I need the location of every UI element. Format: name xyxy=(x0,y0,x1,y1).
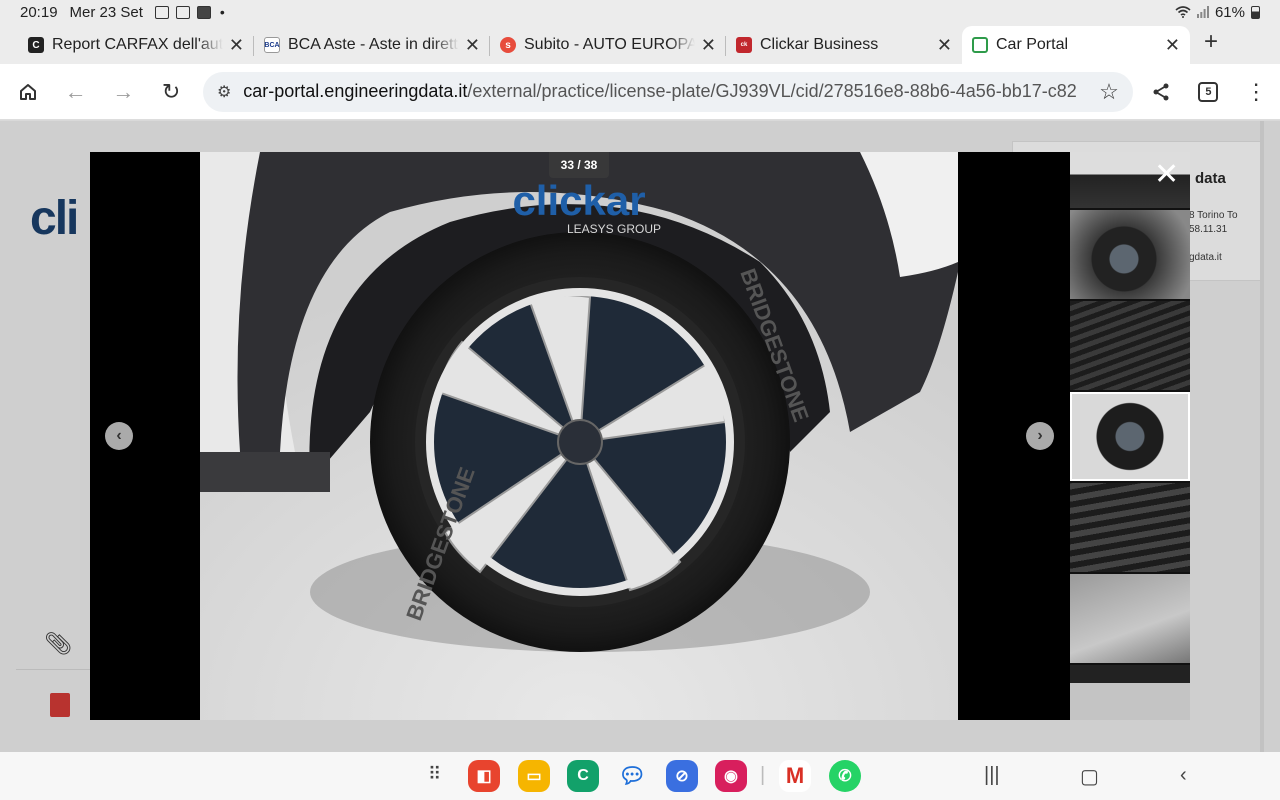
app-icon-files[interactable]: ▭ xyxy=(518,760,550,792)
wheel-photo-image: BRIDGESTONE BRIDGESTONE clickar LEASYS G… xyxy=(200,152,958,720)
thumbnail[interactable] xyxy=(1070,574,1190,663)
card-line: 58.11.31 xyxy=(1189,224,1228,235)
app-icon-browser[interactable]: ⊘ xyxy=(666,760,698,792)
tab-title: Subito - AUTO EUROPA S xyxy=(524,36,695,53)
close-tab-icon[interactable]: ✕ xyxy=(937,35,952,56)
bookmark-star-icon[interactable]: ☆ xyxy=(1099,79,1119,105)
card-line: gdata.it xyxy=(1189,252,1222,263)
battery-percent: 61% xyxy=(1214,3,1245,21)
home-icon xyxy=(19,83,36,100)
browser-toolbar: ← → ↻ ⚙ car-portal.engineeringdata.it/ex… xyxy=(0,64,1280,120)
app-icon-red-note[interactable]: ◧ xyxy=(468,760,500,792)
calendar-date-notification-icon xyxy=(196,5,211,19)
status-time: 20:19 xyxy=(20,3,58,21)
app-icon-camera[interactable]: ◉ xyxy=(715,760,747,792)
status-date: Mer 23 Set xyxy=(69,3,143,21)
forward-button[interactable]: → xyxy=(99,68,147,116)
thumbnail[interactable] xyxy=(1070,210,1190,299)
share-icon xyxy=(1153,83,1169,100)
reload-button[interactable]: ↻ xyxy=(147,68,195,116)
home-button[interactable] xyxy=(4,68,52,116)
wifi-icon xyxy=(1175,6,1191,18)
watermark-subtitle-text: LEASYS GROUP xyxy=(567,222,661,236)
system-navigation-bar: ⠿ ◧ ▭ C 💬︎ ⊘ ◉ | M ✆ ||| ▢ ‹ xyxy=(0,752,1280,800)
card-line: 8 Torino To xyxy=(1189,210,1238,221)
app-drawer-icon[interactable]: ⠿ xyxy=(428,764,441,785)
thumbnail[interactable] xyxy=(1070,301,1190,390)
share-button[interactable] xyxy=(1137,68,1185,116)
site-settings-icon[interactable]: ⚙ xyxy=(217,82,231,102)
url-text: car-portal.engineeringdata.it/external/p… xyxy=(243,81,1077,101)
card-title: data xyxy=(1195,170,1226,187)
back-nav-button[interactable]: ‹ xyxy=(1180,764,1187,787)
close-tab-icon[interactable]: ✕ xyxy=(1165,35,1180,56)
page-scrollbar[interactable] xyxy=(1260,121,1264,752)
tab-title: BCA Aste - Aste in diretta xyxy=(288,36,459,53)
clickar-favicon-icon: ck xyxy=(736,37,752,53)
thumbnail[interactable] xyxy=(1070,483,1190,572)
paperclip-icon: 📎︎ xyxy=(44,631,72,656)
address-bar[interactable]: ⚙ car-portal.engineeringdata.it/external… xyxy=(202,71,1133,112)
menu-button[interactable]: ⋮ xyxy=(1232,68,1280,116)
image-lightbox: BRIDGESTONE BRIDGESTONE clickar LEASYS G… xyxy=(90,152,1190,720)
thumbnail[interactable] xyxy=(1070,665,1190,720)
tab-title: Clickar Business xyxy=(760,36,879,53)
chevron-left-icon: ‹ xyxy=(116,427,122,444)
tab-title: Report CARFAX dell'auto xyxy=(52,36,223,53)
background-logo: cli xyxy=(30,192,79,245)
calendar-notification-icon xyxy=(175,5,190,19)
arrow-right-icon: → xyxy=(112,78,135,104)
close-tab-icon[interactable]: ✕ xyxy=(465,35,480,56)
reload-icon: ↻ xyxy=(161,78,181,104)
new-tab-button[interactable]: + xyxy=(1204,28,1218,56)
recent-apps-button[interactable]: ||| xyxy=(984,764,1000,787)
next-image-button[interactable]: › xyxy=(1026,422,1054,450)
thumbnail-strip xyxy=(1070,152,1190,720)
tab-carfax[interactable]: C Report CARFAX dell'auto ✕ xyxy=(18,26,254,64)
app-icon-messages[interactable]: 💬︎ xyxy=(616,760,648,792)
tab-bca[interactable]: BCA BCA Aste - Aste in diretta ✕ xyxy=(254,26,490,64)
app-icon-green-c[interactable]: C xyxy=(567,760,599,792)
image-counter: 33 / 38 xyxy=(549,152,609,178)
chevron-right-icon: › xyxy=(1037,427,1043,444)
thumbnail-current[interactable] xyxy=(1070,392,1190,481)
close-lightbox-button[interactable]: ✕ xyxy=(1154,160,1179,190)
battery-icon xyxy=(1251,5,1260,19)
status-bar: 20:19 Mer 23 Set • 61% xyxy=(0,0,1280,24)
app-icon-whatsapp[interactable]: ✆ xyxy=(829,760,861,792)
carfax-favicon-icon: C xyxy=(28,37,44,53)
more-notifications-dot-icon: • xyxy=(219,4,225,20)
previous-image-button[interactable]: ‹ xyxy=(105,422,133,450)
signal-icon xyxy=(1196,6,1209,18)
close-icon: ✕ xyxy=(1154,158,1180,191)
pdf-file-icon xyxy=(50,693,70,717)
bca-favicon-icon: BCA xyxy=(264,37,280,53)
tab-car-portal[interactable]: Car Portal ✕ xyxy=(962,26,1190,64)
tab-count: 5 xyxy=(1198,81,1219,102)
app-icon-gmail[interactable]: M xyxy=(779,760,811,792)
tab-subito[interactable]: s Subito - AUTO EUROPA S ✕ xyxy=(490,26,726,64)
gallery-notification-icon xyxy=(154,5,169,19)
tab-strip: C Report CARFAX dell'auto ✕ BCA BCA Aste… xyxy=(0,24,1280,64)
tab-clickar[interactable]: ck Clickar Business ✕ xyxy=(726,26,962,64)
close-tab-icon[interactable]: ✕ xyxy=(229,35,244,56)
tab-switcher-button[interactable]: 5 xyxy=(1185,68,1233,116)
tab-title: Car Portal xyxy=(996,36,1069,53)
watermark-logo-text: clickar xyxy=(512,177,645,224)
arrow-left-icon: ← xyxy=(64,78,87,104)
back-button[interactable]: ← xyxy=(52,68,100,116)
car-portal-favicon-icon xyxy=(972,37,988,53)
subito-favicon-icon: s xyxy=(500,37,516,53)
close-tab-icon[interactable]: ✕ xyxy=(701,35,716,56)
main-photo[interactable]: BRIDGESTONE BRIDGESTONE clickar LEASYS G… xyxy=(200,152,958,720)
more-vert-icon: ⋮ xyxy=(1245,78,1268,104)
home-nav-button[interactable]: ▢ xyxy=(1080,764,1099,789)
